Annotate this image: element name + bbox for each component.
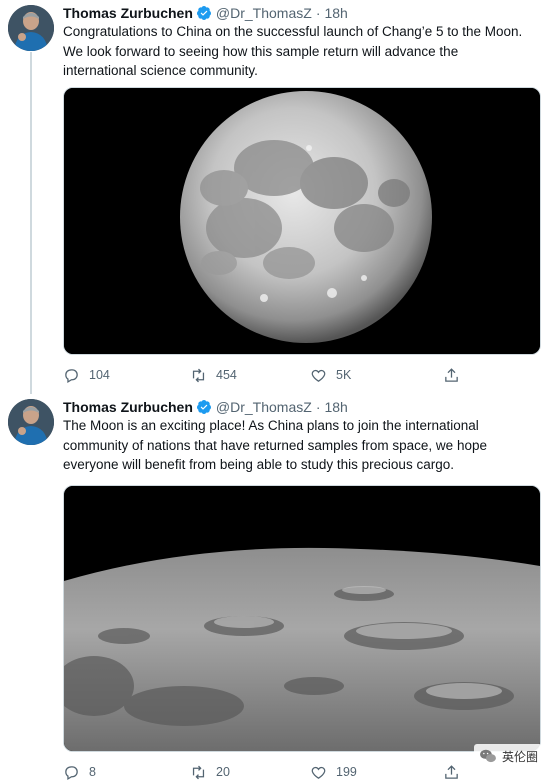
full-moon-photo[interactable] xyxy=(63,87,541,355)
reply-icon xyxy=(65,765,78,780)
avatar[interactable] xyxy=(8,399,54,445)
tweet-text-line: everyone will benefit from being able to… xyxy=(63,457,454,472)
tweet-header: Thomas Zurbuchen @Dr_ThomasZ · 18h xyxy=(63,3,348,23)
tweet-actions: 104 454 5K xyxy=(63,364,483,386)
retweet-button[interactable]: 20 xyxy=(190,761,230,782)
heart-icon xyxy=(311,369,326,382)
share-icon xyxy=(445,367,458,382)
timeline: Thomas Zurbuchen @Dr_ThomasZ · 18h Congr… xyxy=(0,0,550,782)
reply-button[interactable]: 8 xyxy=(63,761,96,782)
reply-button[interactable]: 104 xyxy=(63,364,110,386)
like-count: 199 xyxy=(336,765,357,779)
retweet-button[interactable]: 454 xyxy=(190,364,237,386)
tweet-text-line: We look forward to seeing how this sampl… xyxy=(63,43,459,59)
wechat-icon xyxy=(480,749,496,763)
like-count: 5K xyxy=(336,368,352,382)
reply-icon xyxy=(65,368,78,383)
tweet-timestamp[interactable]: 18h xyxy=(324,399,347,415)
like-button[interactable]: 199 xyxy=(310,761,357,782)
tweet-2[interactable]: Thomas Zurbuchen @Dr_ThomasZ · 18h The M… xyxy=(0,394,550,782)
author-handle[interactable]: @Dr_ThomasZ xyxy=(216,5,312,21)
author-name[interactable]: Thomas Zurbuchen xyxy=(63,5,193,21)
heart-icon xyxy=(311,766,326,779)
share-icon xyxy=(445,764,458,779)
tweet-text: The Moon is an exciting place! As China … xyxy=(63,416,543,475)
reply-count: 8 xyxy=(89,765,96,779)
author-handle[interactable]: @Dr_ThomasZ xyxy=(216,399,312,415)
separator-dot: · xyxy=(315,5,321,21)
reply-count: 104 xyxy=(89,368,110,382)
verified-badge-icon xyxy=(196,6,211,20)
watermark-text: 英伦圈 xyxy=(501,749,538,764)
tweet-text-line: Congratulations to China on the successf… xyxy=(63,24,523,39)
author-name[interactable]: Thomas Zurbuchen xyxy=(63,399,193,415)
like-button[interactable]: 5K xyxy=(310,364,351,386)
lunar-surface-photo[interactable] xyxy=(63,485,541,752)
retweet-icon xyxy=(192,765,205,779)
tweet-text-line: The Moon is an exciting place! As China … xyxy=(63,418,479,433)
tweet-header: Thomas Zurbuchen @Dr_ThomasZ · 18h xyxy=(63,397,348,417)
tweet-actions: 8 20 199 xyxy=(63,761,483,782)
retweet-count: 20 xyxy=(216,765,230,779)
tweet-text-line: community of nations that have returned … xyxy=(63,437,487,453)
share-button[interactable] xyxy=(443,364,460,386)
tweet-text-line: international science community. xyxy=(63,63,258,78)
share-button[interactable] xyxy=(443,761,460,782)
tweet-1[interactable]: Thomas Zurbuchen @Dr_ThomasZ · 18h Congr… xyxy=(0,0,550,394)
retweet-icon xyxy=(192,368,205,382)
retweet-count: 454 xyxy=(216,368,237,382)
verified-badge-icon xyxy=(196,400,211,414)
tweet-text: Congratulations to China on the successf… xyxy=(63,22,543,81)
watermark: 英伦圈 xyxy=(473,744,542,768)
avatar[interactable] xyxy=(8,5,54,51)
tweet-timestamp[interactable]: 18h xyxy=(324,5,347,21)
separator-dot: · xyxy=(315,399,321,415)
